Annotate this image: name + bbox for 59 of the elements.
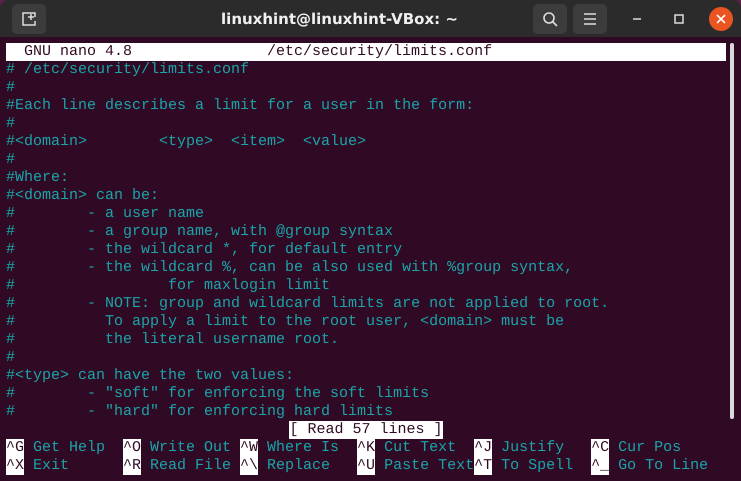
search-button[interactable]	[533, 4, 567, 34]
shortcut-label: Paste Text	[383, 457, 474, 475]
code-line: #<type> can have the two values:	[6, 367, 296, 385]
code-line: # - a group name, with @group syntax	[6, 223, 394, 241]
code-line: #Where:	[6, 169, 70, 187]
shortcut-label: Exit	[32, 457, 70, 475]
shortcut-label: Go To Line	[617, 457, 708, 475]
new-tab-icon	[21, 10, 37, 26]
shortcut-key: ^J	[474, 439, 492, 457]
shortcut-key: ^G	[6, 439, 24, 457]
shortcut-label: Where Is	[266, 439, 340, 457]
code-line: # - the wildcard %, can be also used with %group syntax,	[6, 259, 574, 277]
shortcut-label: Cur Pos	[617, 439, 682, 457]
shortcut-key: ^T	[474, 457, 492, 475]
code-line: #<domain> <type> <item> <value>	[6, 133, 368, 151]
shortcut-label: Read File	[149, 457, 232, 475]
file-name: /etc/security/limits.conf	[267, 43, 492, 61]
shortcut-key: ^K	[357, 439, 376, 457]
code-line: #	[6, 79, 16, 97]
shortcut-key: ^W	[240, 439, 258, 457]
shortcut-key: ^U	[357, 457, 376, 475]
code-line: #	[6, 151, 16, 169]
shortcut-label: To Spell	[500, 457, 574, 475]
code-line: # To apply a limit to the root user, <domain> must be	[6, 313, 566, 331]
window-title: linuxhint@linuxhint-VBox: ~	[220, 10, 459, 28]
maximize-icon	[674, 14, 684, 24]
close-button[interactable]	[709, 6, 733, 30]
shortcut-key: ^\	[240, 457, 258, 475]
shortcut-key: ^R	[123, 457, 142, 475]
shortcut-label: Get Help	[32, 439, 106, 457]
status-message: [ Read 57 lines ]	[289, 421, 443, 439]
code-line: #	[6, 115, 16, 133]
shortcut-label: Write Out	[149, 439, 232, 457]
shortcut-key: ^O	[123, 439, 142, 457]
search-icon	[542, 10, 558, 26]
close-icon	[716, 14, 726, 24]
shortcut-key: ^X	[6, 457, 24, 475]
code-line: # - "hard" for enforcing hard limits	[6, 403, 394, 421]
scrollbar-thumb[interactable]	[730, 43, 734, 419]
menu-button[interactable]	[573, 4, 607, 34]
code-line: # - "soft" for enforcing the soft limits	[6, 385, 430, 403]
shortcut-label: Justify	[500, 439, 564, 457]
code-line: # - NOTE: group and wildcard limits are not applied to root.	[6, 295, 610, 313]
shortcut-label: Cut Text	[383, 439, 456, 457]
shortcut-key: ^C	[591, 439, 610, 457]
shortcut-label: Replace	[266, 457, 330, 475]
code-line: # the literal username root.	[6, 331, 340, 349]
minimize-icon	[632, 18, 642, 20]
code-line: # /etc/security/limits.conf	[6, 61, 250, 79]
code-line: # for maxlogin limit	[6, 277, 332, 295]
code-line: # - the wildcard *, for default entry	[6, 241, 404, 259]
code-line: #<domain> can be:	[6, 187, 160, 205]
code-line: # - a user name	[6, 205, 206, 223]
new-tab-button[interactable]	[12, 4, 46, 34]
editor-version: GNU nano 4.8	[23, 43, 134, 61]
menu-icon	[583, 12, 597, 24]
code-line: #Each line describes a limit for a user in the form:	[6, 97, 476, 115]
shortcut-key: ^_	[591, 457, 610, 475]
code-line: #	[6, 349, 16, 367]
